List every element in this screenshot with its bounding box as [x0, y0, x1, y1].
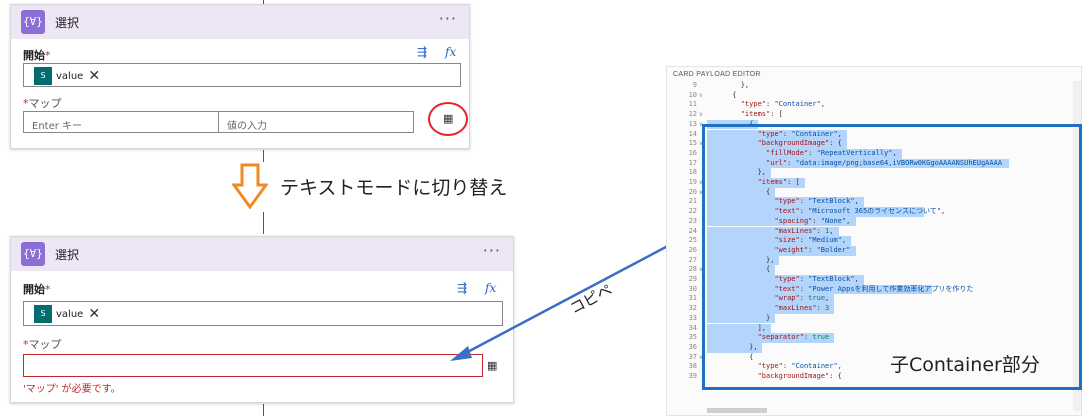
horizontal-scrollbar[interactable]	[707, 408, 767, 413]
child-container-annotation: 子Container部分	[890, 354, 1040, 376]
validation-error: 'マップ' が必要です。	[23, 384, 121, 395]
bottom-connector	[263, 404, 264, 416]
down-arrow-icon	[232, 163, 268, 209]
start-label: 開始*	[23, 283, 51, 296]
code-text: "type": "Container",	[740, 100, 826, 109]
line-number: 9	[692, 81, 697, 89]
start-label: 開始*	[23, 49, 51, 62]
line-number: 33	[688, 313, 697, 322]
code-line[interactable]: 12 ∨ "items": [	[667, 110, 1075, 120]
card-title: 選択	[55, 248, 80, 262]
line-number: 23	[688, 216, 697, 225]
middle-connector-bottom	[263, 212, 264, 234]
line-number: 34	[688, 323, 697, 332]
value-token[interactable]: S value ✕	[34, 305, 100, 323]
map-text-input[interactable]	[23, 354, 483, 377]
code-text: {	[707, 90, 737, 99]
line-number: 39	[688, 372, 697, 380]
token-label: value	[56, 70, 84, 82]
line-number: 28	[688, 265, 697, 274]
line-number: 25	[688, 236, 697, 245]
code-text: "items": [	[740, 110, 783, 119]
line-number: 11	[688, 100, 697, 109]
card-header[interactable]: {∀} 選択 ···	[11, 237, 513, 271]
line-number: 26	[688, 245, 697, 254]
key-placeholder: Enter キー	[32, 121, 83, 132]
more-options-button[interactable]: ···	[439, 9, 457, 28]
sharepoint-icon: S	[34, 67, 52, 85]
line-number: 10	[688, 90, 697, 99]
card-header[interactable]: {∀} 選択 ···	[11, 5, 469, 39]
expression-icon[interactable]: fx	[445, 45, 456, 59]
line-number: 13	[688, 119, 697, 128]
select-action-card-before: {∀} 選択 ··· 開始* ⇶ fx S value ✕ *マップ Enter…	[10, 4, 470, 149]
code-line[interactable]: 11 "type": "Container",	[667, 100, 1075, 110]
line-number: 20	[688, 187, 697, 196]
line-number: 12	[688, 110, 697, 119]
line-number: 14	[688, 129, 697, 138]
code-line[interactable]: 10 ∨ {	[667, 91, 1075, 101]
line-number: 29	[688, 275, 697, 283]
value-token[interactable]: S value ✕	[34, 67, 100, 85]
remove-token-icon[interactable]: ✕	[88, 305, 100, 323]
line-number: 36	[688, 342, 697, 351]
start-input[interactable]: S value ✕	[23, 63, 461, 87]
line-number: 35	[688, 333, 697, 342]
line-number: 37	[688, 352, 697, 361]
line-number: 27	[688, 255, 697, 264]
fold-chevron-icon[interactable]: ∨	[699, 91, 703, 101]
start-input[interactable]: S value ✕	[23, 301, 503, 326]
remove-token-icon[interactable]: ✕	[88, 67, 100, 85]
map-key-input[interactable]: Enter キー	[23, 111, 219, 133]
line-number: 31	[688, 294, 697, 303]
line-number: 18	[688, 168, 697, 177]
line-number: 17	[688, 158, 697, 167]
line-number: 32	[688, 304, 697, 313]
value-placeholder: 値の入力	[227, 121, 267, 132]
switch-mode-icon[interactable]: ⇶	[417, 45, 427, 59]
highlight-circle	[428, 102, 468, 136]
select-action-card-after: {∀} 選択 ··· 開始* ⇶ fx S value ✕ *マップ ▦ 'マッ…	[10, 236, 514, 403]
line-number: 15	[688, 139, 697, 148]
token-label: value	[56, 308, 84, 320]
line-number: 30	[688, 284, 697, 293]
transition-label: テキストモードに切り替え	[280, 177, 508, 199]
line-number: 16	[688, 148, 697, 157]
line-number: 19	[688, 178, 697, 186]
map-label: *マップ	[23, 338, 62, 351]
card-title: 選択	[55, 16, 80, 30]
code-line[interactable]: 9 },	[667, 81, 1075, 91]
code-text: },	[707, 81, 750, 89]
line-number: 22	[688, 207, 697, 216]
sharepoint-icon: S	[34, 305, 52, 323]
line-number: 24	[688, 226, 697, 235]
line-number: 38	[688, 362, 697, 371]
fold-chevron-icon[interactable]: ∨	[699, 110, 703, 120]
line-number: 21	[688, 197, 697, 206]
map-label: *マップ	[23, 97, 62, 110]
data-operation-icon: {∀}	[21, 10, 45, 34]
map-value-input[interactable]: 値の入力	[218, 111, 414, 133]
middle-connector-top	[263, 150, 264, 162]
data-operation-icon: {∀}	[21, 242, 45, 266]
editor-title: CARD PAYLOAD EDITOR	[673, 71, 761, 78]
